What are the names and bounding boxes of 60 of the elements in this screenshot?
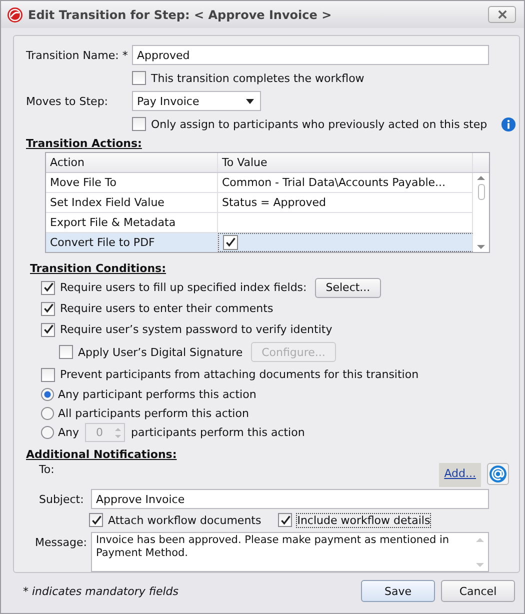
- up-arrow-icon[interactable]: [477, 176, 485, 180]
- field-label: To:: [39, 463, 56, 476]
- add-link[interactable]: Add...: [439, 463, 481, 487]
- field-label: Message:: [35, 535, 88, 549]
- field-label: Subject:: [39, 492, 85, 506]
- dropdown[interactable]: Pay Invoice: [132, 91, 261, 111]
- checkbox[interactable]: [41, 302, 55, 316]
- table-row[interactable]: Move File To Common - Trial Data\Accounts Payable...: [46, 173, 473, 193]
- table-cell: Convert File to PDF: [46, 233, 218, 252]
- checkbox[interactable]: [41, 322, 55, 336]
- checkbox[interactable]: [41, 368, 55, 382]
- section-heading: Transition Actions:: [25, 137, 143, 152]
- window-title: Edit Transition for Step: < Approve Invoice >: [28, 8, 332, 22]
- close-button[interactable]: [488, 6, 516, 23]
- table-cell: Set Index Field Value: [46, 193, 218, 212]
- checkbox-label: Include workflow details: [297, 514, 430, 526]
- checkbox[interactable]: [132, 71, 146, 85]
- checkbox-label: Apply User’s Digital Signature: [78, 346, 243, 358]
- radio-label: Any participant performs this action: [58, 388, 256, 401]
- field-label: Transition Name: *: [26, 48, 129, 62]
- section-heading: Additional Notifications:: [25, 448, 178, 463]
- checkbox-label: Only assign to participants who previously acted on this step: [151, 118, 488, 130]
- radio-label: participants perform this action: [131, 426, 305, 439]
- checkbox[interactable]: [41, 280, 55, 294]
- caret-icon: [246, 98, 254, 104]
- text-field[interactable]: Approved: [132, 45, 489, 65]
- info-icon[interactable]: [501, 116, 516, 132]
- checkbox-label: Require users to enter their comments: [60, 302, 274, 315]
- logo-icon: [7, 6, 23, 22]
- radio-label: All participants perform this action: [58, 407, 249, 420]
- table-cell: Export File & Metadata: [46, 213, 218, 232]
- checkbox[interactable]: [132, 117, 146, 131]
- button[interactable]: Save: [361, 580, 435, 602]
- down-arrow-icon[interactable]: [477, 245, 485, 249]
- radio-label: Any: [58, 426, 80, 439]
- table-row[interactable]: Convert File to PDF: [46, 233, 473, 252]
- radio-button[interactable]: [41, 388, 54, 401]
- checkbox[interactable]: [278, 513, 292, 527]
- radio-button[interactable]: [41, 407, 54, 420]
- checkbox[interactable]: [89, 513, 103, 527]
- checkbox[interactable]: [59, 345, 73, 359]
- button[interactable]: Cancel: [441, 580, 515, 602]
- section-heading: Transition Conditions:: [29, 262, 168, 277]
- column-header[interactable]: To Value: [218, 153, 473, 172]
- text-field[interactable]: Approve Invoice: [91, 489, 489, 509]
- footer-note: * indicates mandatory fields: [23, 584, 179, 598]
- field-label: Moves to Step:: [26, 94, 110, 108]
- table-cell: Move File To: [46, 173, 218, 192]
- radio-button[interactable]: [41, 426, 54, 439]
- close-icon: [498, 10, 506, 19]
- email-icon[interactable]: [487, 463, 509, 485]
- checkbox-label: This transition completes the workflow: [151, 72, 364, 84]
- checkbox-label: Require user’s system password to verify identity: [60, 323, 332, 336]
- column-header[interactable]: Action: [46, 153, 218, 172]
- checkbox[interactable]: [223, 235, 238, 250]
- checkbox-label: Require users to fill up specified index fields:: [60, 281, 307, 294]
- checkbox-label: Prevent participants from attaching documents for this transition: [60, 368, 419, 381]
- button[interactable]: Select...: [314, 278, 382, 298]
- checkbox-label: Attach workflow documents: [108, 514, 262, 526]
- table-row[interactable]: Set Index Field Value Status = Approved: [46, 193, 473, 213]
